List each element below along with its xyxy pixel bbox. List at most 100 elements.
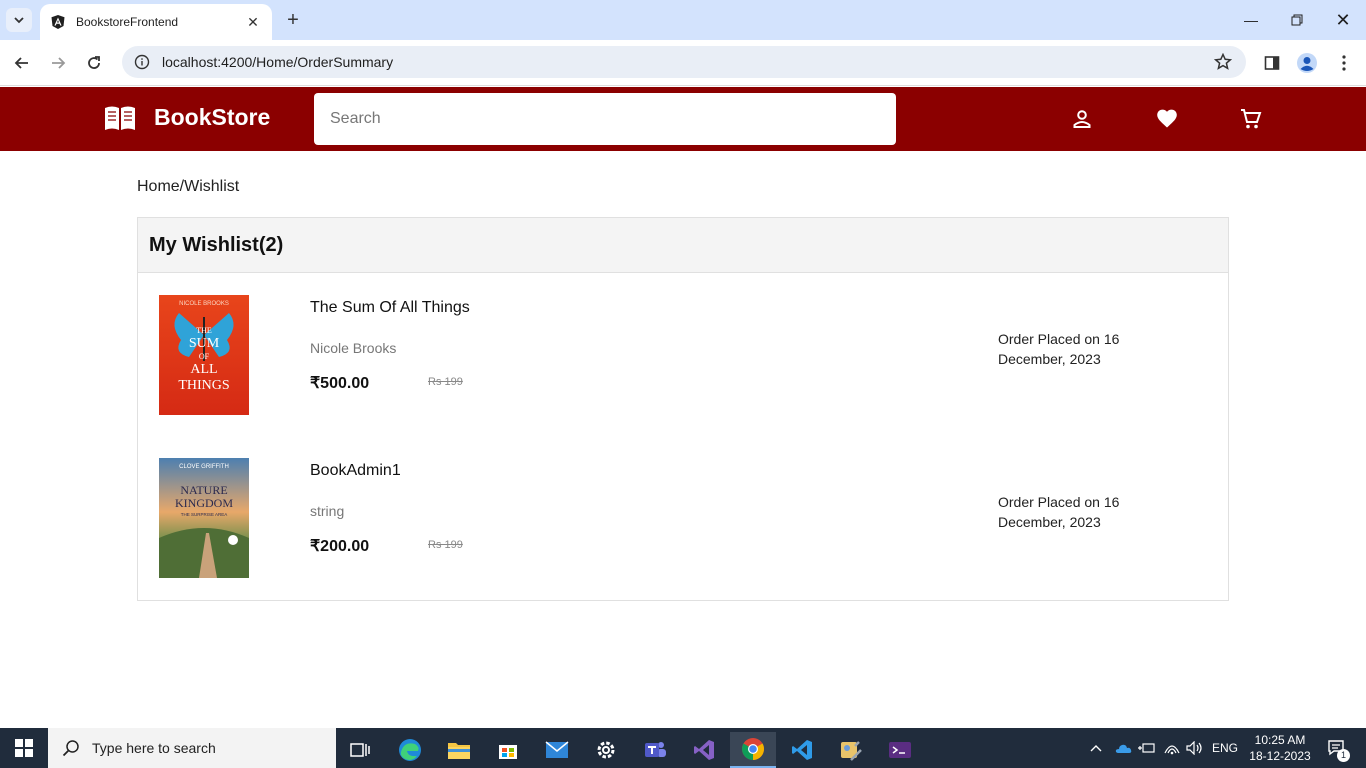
terminal-app[interactable] (877, 732, 923, 768)
wishlist-item[interactable]: CLOVE GRIFFITH NATURE KINGDOM THE SURPRI… (138, 458, 1228, 578)
book-price: ₹200.00 (310, 538, 370, 555)
taskbar-search-placeholder: Type here to search (92, 740, 216, 756)
book-cover-image[interactable]: CLOVE GRIFFITH NATURE KINGDOM THE SURPRI… (159, 458, 249, 578)
svg-text:THINGS: THINGS (178, 378, 229, 393)
clock-date: 18-12-2023 (1249, 749, 1311, 763)
book-original-price: Rs 199 (428, 376, 463, 388)
order-date: Order Placed on 16 December, 2023 (998, 331, 1120, 367)
minimize-button[interactable]: — (1228, 0, 1274, 40)
file-explorer-app[interactable] (436, 732, 482, 768)
browser-tab[interactable]: BookstoreFrontend ✕ (40, 4, 272, 40)
browser-menu-button[interactable] (1332, 51, 1356, 75)
settings-app[interactable] (583, 732, 629, 768)
book-title[interactable]: The Sum Of All Things (310, 299, 470, 317)
folder-icon (448, 743, 470, 759)
mail-icon (545, 741, 569, 758)
book-author: string (310, 503, 345, 519)
brand-logo[interactable]: BookStore (104, 104, 270, 131)
wishlist-title: My Wishlist(2) (149, 233, 284, 256)
task-view-icon (350, 743, 370, 757)
clock[interactable]: 10:25 AM 18-12-2023 (1246, 732, 1314, 764)
arrow-right-icon (52, 57, 66, 69)
side-panel-button[interactable] (1260, 51, 1284, 75)
back-button[interactable] (10, 51, 34, 75)
svg-text:CLOVE GRIFFITH: CLOVE GRIFFITH (179, 464, 229, 470)
breadcrumb[interactable]: Home/Wishlist (137, 178, 239, 196)
wifi-icon (1164, 745, 1180, 755)
vscode-icon (792, 740, 812, 760)
language-indicator[interactable]: ENG (1212, 728, 1238, 768)
info-icon[interactable] (134, 54, 150, 70)
svg-text:KINGDOM: KINGDOM (175, 496, 233, 510)
task-view-button[interactable] (337, 732, 383, 768)
tab-close-icon[interactable]: ✕ (244, 14, 262, 31)
chrome-app[interactable] (730, 732, 776, 768)
teams-icon (645, 742, 666, 757)
book-author: Nicole Brooks (310, 340, 397, 356)
taskbar-search[interactable]: Type here to search (48, 728, 336, 768)
visual-studio-app[interactable] (681, 732, 727, 768)
tab-search-button[interactable] (6, 8, 32, 32)
bookmark-star-icon[interactable] (1214, 53, 1232, 71)
chrome-icon (742, 738, 764, 760)
search-input[interactable] (314, 93, 896, 145)
visual-studio-icon (694, 740, 714, 760)
chevron-down-icon (14, 17, 24, 24)
teams-app[interactable] (632, 732, 678, 768)
volume-tray[interactable] (1186, 728, 1204, 768)
cloud-icon (1115, 744, 1132, 753)
arrow-left-icon (14, 57, 28, 69)
close-window-button[interactable]: ✕ (1320, 0, 1366, 40)
windows-icon (15, 739, 33, 757)
profile-menu-button[interactable] (1070, 107, 1094, 131)
mail-app[interactable] (534, 732, 580, 768)
tab-title: BookstoreFrontend (76, 15, 179, 29)
url-text: localhost:4200/Home/OrderSummary (162, 54, 394, 70)
profile-button[interactable] (1295, 51, 1319, 75)
wishlist-header: My Wishlist(2) (138, 218, 1228, 273)
tools-icon (841, 741, 862, 761)
show-hidden-icons-button[interactable] (1090, 728, 1104, 768)
taskbar: Type here to search ENG 10:25 AM 18-12-2… (0, 728, 1366, 768)
svg-text:NICOLE BROOKS: NICOLE BROOKS (179, 301, 229, 307)
notification-center-button[interactable]: 1 (1322, 728, 1352, 768)
book-title[interactable]: BookAdmin1 (310, 462, 401, 480)
new-tab-button[interactable]: + (282, 9, 304, 31)
order-date: Order Placed on 16 December, 2023 (998, 494, 1120, 530)
reload-icon (88, 56, 100, 69)
restore-icon (1291, 14, 1303, 26)
edge-app[interactable] (387, 732, 433, 768)
reload-button[interactable] (82, 51, 106, 75)
battery-tray[interactable] (1138, 728, 1156, 768)
vscode-app[interactable] (779, 732, 825, 768)
book-cover-image[interactable]: NICOLE BROOKS THE SUM OF ALL THINGS (159, 295, 249, 415)
book-price: ₹500.00 (310, 375, 370, 392)
address-bar[interactable]: localhost:4200/Home/OrderSummary (122, 46, 1246, 78)
store-app[interactable] (485, 732, 531, 768)
tools-app[interactable] (828, 732, 874, 768)
angular-favicon-icon (51, 15, 65, 29)
restore-button[interactable] (1274, 0, 1320, 40)
start-button[interactable] (0, 728, 48, 768)
profile-avatar-icon (1297, 53, 1317, 73)
forward-button[interactable] (46, 51, 70, 75)
book-icon (105, 106, 135, 130)
wishlist-item[interactable]: NICOLE BROOKS THE SUM OF ALL THINGS The … (138, 295, 1228, 415)
gear-icon (597, 741, 615, 759)
battery-icon (1138, 743, 1155, 753)
svg-text:OF: OF (199, 352, 210, 361)
onedrive-tray[interactable] (1114, 728, 1132, 768)
side-panel-icon (1264, 56, 1280, 70)
clock-time: 10:25 AM (1254, 733, 1306, 747)
browser-toolbar: localhost:4200/Home/OrderSummary (0, 40, 1366, 86)
store-icon (499, 745, 517, 759)
network-tray[interactable] (1163, 728, 1181, 768)
edge-icon (399, 739, 421, 761)
cart-icon (1241, 109, 1262, 129)
person-icon (1073, 110, 1091, 128)
brand-name: BookStore (154, 104, 271, 130)
svg-text:THE SURPRISE AREA: THE SURPRISE AREA (181, 512, 228, 517)
app-header: BookStore (0, 87, 1366, 151)
cart-button[interactable] (1239, 107, 1263, 131)
wishlist-button[interactable] (1155, 107, 1179, 131)
